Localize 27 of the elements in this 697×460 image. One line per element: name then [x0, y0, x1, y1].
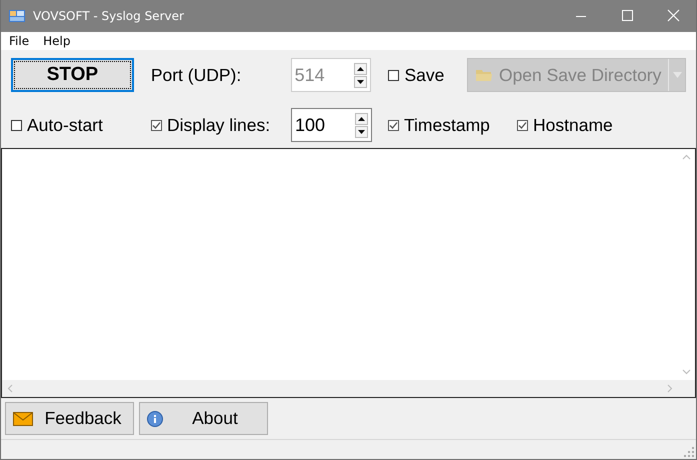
checkbox[interactable]: Timestamp — [388, 114, 517, 136]
checkbox[interactable]: Auto-start — [11, 114, 151, 136]
number-field[interactable]: 100 — [291, 108, 372, 142]
port-label: Port (UDP): — [150, 64, 242, 86]
envelope-icon — [13, 412, 33, 426]
scroll-right-icon[interactable] — [667, 384, 673, 393]
dropdown-arrow-icon — [672, 72, 682, 78]
check-mark-icon — [517, 120, 528, 130]
checkbox[interactable]: Save — [388, 64, 468, 86]
stop-button[interactable]: STOP — [11, 58, 134, 92]
vertical-scrollbar[interactable] — [678, 149, 695, 380]
folder-icon — [476, 68, 492, 82]
window-title: VOVSOFT - Syslog Server — [33, 9, 184, 23]
checkbox[interactable]: Display lines: — [151, 114, 291, 136]
resize-grip-icon[interactable] — [684, 447, 694, 457]
checkbox[interactable]: Hostname — [517, 114, 613, 136]
check-mark-icon — [151, 120, 162, 130]
scroll-up-icon[interactable] — [682, 154, 691, 160]
scroll-down-icon[interactable] — [682, 369, 691, 375]
check-mark-icon — [388, 120, 399, 130]
about-button[interactable]: About — [139, 402, 268, 435]
scroll-left-icon[interactable] — [7, 384, 13, 393]
app-icon — [9, 8, 25, 24]
menu-item[interactable]: Help — [36, 34, 78, 48]
menu-item[interactable]: File — [2, 34, 36, 48]
feedback-button[interactable]: Feedback — [5, 402, 134, 435]
info-icon — [147, 410, 163, 426]
